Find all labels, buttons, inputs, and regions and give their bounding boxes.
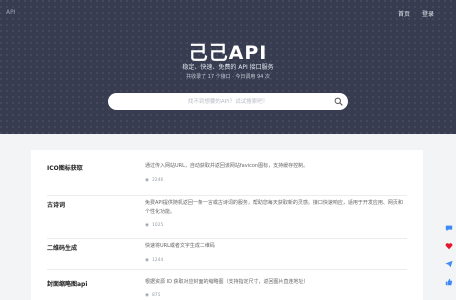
eye-icon: ◉: [145, 258, 149, 263]
api-item[interactable]: 二维码生成 快速将URL或者文字生成二维码 ◉ 1244: [31, 239, 423, 269]
eye-icon: ◉: [145, 293, 149, 298]
nav-home-link[interactable]: 首页: [398, 9, 410, 18]
view-count: ◉ 1244: [145, 258, 164, 263]
chat-icon: [445, 225, 453, 232]
api-name[interactable]: 封面缩略图api: [47, 279, 87, 288]
api-name[interactable]: ICO图标获取: [47, 163, 83, 172]
page-subtitle: 稳定、快速、免费的 API 接口服务: [182, 64, 274, 71]
search-input[interactable]: [108, 93, 330, 110]
search-box: [108, 93, 348, 110]
api-description: 免费API提供随机返回一条一言或古诗词的服务，帮助您每天获取新的灵感。接口快速响…: [145, 200, 403, 215]
api-item[interactable]: 古诗词 免费API提供随机返回一条一言或古诗词的服务，帮助您每天获取新的灵感。接…: [31, 196, 423, 240]
view-count: ◉ 875: [145, 293, 161, 298]
stats-text: 共收录了 17 个接口 · 今日调用 94 次: [186, 74, 270, 80]
api-list: ICO图标获取 通过传入网站URL，自动获取并返回该网站favicon图标，支持…: [31, 150, 423, 300]
send-icon: [445, 260, 453, 268]
chat-share-button[interactable]: [443, 222, 455, 234]
view-count: ◉ 1025: [145, 223, 164, 228]
top-nav: 首页 登录: [398, 9, 434, 18]
telegram-share-button[interactable]: [443, 258, 455, 270]
hero-banner: API 首页 登录 己己API 稳定、快速、免费的 API 接口服务 共收录了 …: [0, 0, 456, 134]
api-item[interactable]: 封面缩略图api 根据资源 ID 获取对应封面的缩略图（支持指定尺寸，返回图片直…: [31, 270, 423, 300]
api-name[interactable]: 二维码生成: [47, 243, 77, 252]
view-count: ◉ 2246: [145, 178, 164, 183]
page-title: 己己API: [188, 42, 268, 64]
eye-icon: ◉: [145, 223, 149, 228]
thumbs-up-icon: [445, 278, 453, 286]
api-description: 通过传入网站URL，自动获取并返回该网站favicon图标，支持缓存控制。: [145, 163, 309, 169]
like-button[interactable]: [443, 276, 455, 288]
eye-icon: ◉: [145, 178, 149, 183]
site-logo[interactable]: API: [6, 9, 16, 16]
search-icon[interactable]: [334, 97, 343, 106]
api-item[interactable]: ICO图标获取 通过传入网站URL，自动获取并返回该网站favicon图标，支持…: [31, 150, 423, 196]
api-name[interactable]: 古诗词: [47, 200, 65, 209]
nav-login-link[interactable]: 登录: [422, 9, 434, 18]
api-description: 根据资源 ID 获取对应封面的缩略图（支持指定尺寸，返回图片直连地址）: [145, 279, 309, 285]
heart-icon: [445, 243, 453, 250]
api-description: 快速将URL或者文字生成二维码: [145, 243, 215, 249]
weibo-share-button[interactable]: [443, 240, 455, 252]
